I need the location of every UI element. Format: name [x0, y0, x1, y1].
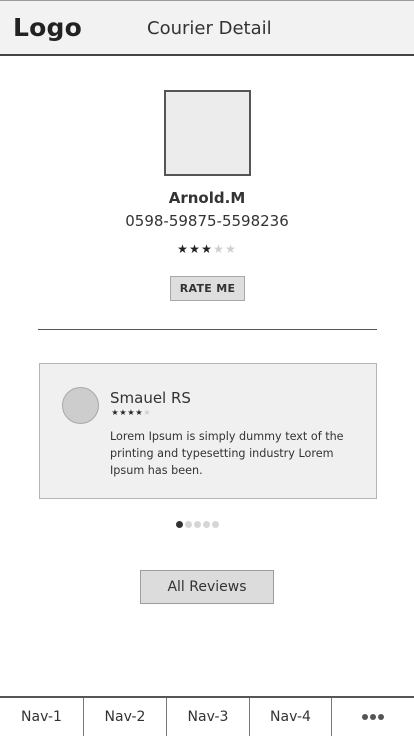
rate-me-button[interactable]: RATE ME [170, 276, 245, 301]
carousel-pagination [176, 521, 219, 528]
nav-item-2[interactable]: Nav-2 [84, 698, 167, 736]
review-rating: ★ ★ ★ ★ ★ [111, 408, 151, 418]
review-text: Lorem Ipsum is simply dummy text of the … [110, 430, 344, 477]
star-icon: ★ [213, 242, 224, 256]
star-icon: ★ [225, 242, 236, 256]
star-icon: ★ [127, 408, 135, 417]
pagination-dot[interactable] [212, 521, 219, 528]
star-icon: ★ [177, 242, 188, 256]
star-icon: ★ [143, 408, 151, 417]
reviewer-name: Smauel RS [110, 389, 191, 407]
nav-item-3[interactable]: Nav-3 [167, 698, 250, 736]
star-icon: ★ [111, 408, 119, 417]
pagination-dot[interactable] [176, 521, 183, 528]
more-button[interactable] [332, 698, 414, 736]
all-reviews-button[interactable]: All Reviews [140, 570, 274, 604]
courier-photo-placeholder [164, 90, 251, 176]
bottom-nav: Nav-1 Nav-2 Nav-3 Nav-4 [0, 696, 414, 736]
star-icon: ★ [201, 242, 212, 256]
nav-item-4[interactable]: Nav-4 [250, 698, 332, 736]
page-title: Courier Detail [147, 18, 272, 39]
star-icon: ★ [135, 408, 143, 417]
courier-name: Arnold.M [168, 189, 246, 207]
logo[interactable]: Logo [13, 13, 82, 42]
more-dots-icon [362, 714, 384, 720]
pagination-dot[interactable] [185, 521, 192, 528]
star-icon: ★ [119, 408, 127, 417]
divider [38, 329, 377, 330]
courier-phone: 0598-59875-5598236 [125, 212, 289, 230]
reviewer-avatar [62, 387, 99, 424]
pagination-dot[interactable] [194, 521, 201, 528]
courier-rating: ★ ★ ★ ★ ★ [177, 242, 236, 256]
nav-item-1[interactable]: Nav-1 [0, 698, 84, 736]
app-header: Logo Courier Detail [0, 0, 414, 56]
pagination-dot[interactable] [203, 521, 210, 528]
star-icon: ★ [189, 242, 200, 256]
review-card[interactable]: Smauel RS ★ ★ ★ ★ ★ Lorem Ipsum is simpl… [39, 363, 377, 499]
